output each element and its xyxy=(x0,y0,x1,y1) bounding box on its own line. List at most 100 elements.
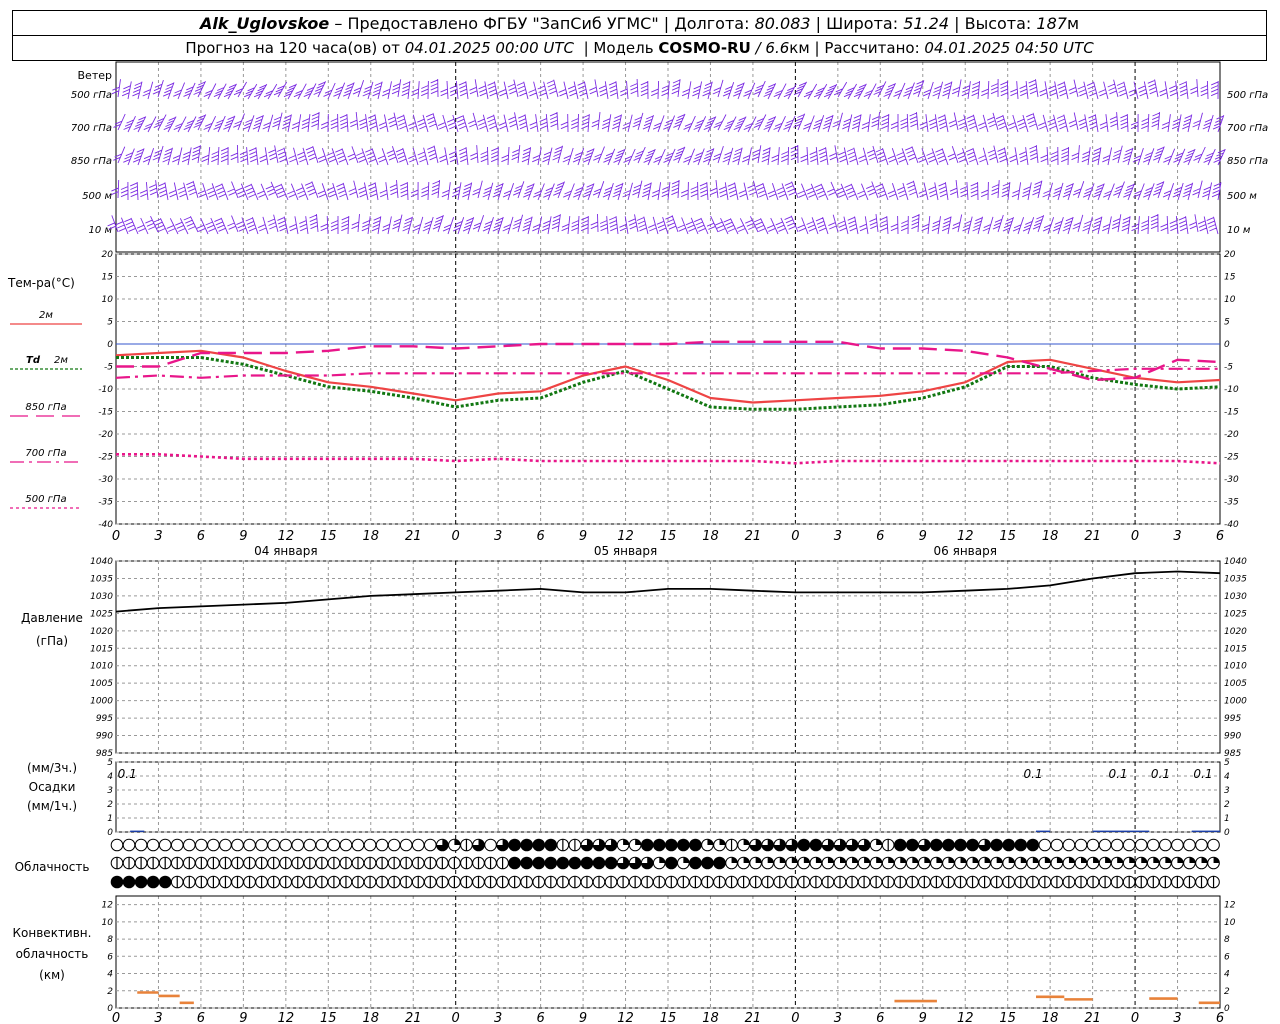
time-tick-label: 18 xyxy=(1042,1011,1059,1024)
time-tick-label: 18 xyxy=(702,1011,719,1024)
cloud-symbol xyxy=(568,856,582,870)
cloud-symbol xyxy=(616,856,630,870)
cloud-symbol xyxy=(1207,838,1220,852)
cloud-symbol xyxy=(327,838,341,852)
cloud-symbol xyxy=(1074,875,1088,889)
cloud-row-middle xyxy=(110,856,1220,870)
time-tick-label: 21 xyxy=(745,1011,762,1024)
legend-label-t2m: 2м xyxy=(39,310,53,321)
convective-y-tick: 2 xyxy=(107,987,113,997)
cloud-symbol xyxy=(616,875,630,889)
wind-level-label: 10 м xyxy=(1227,225,1251,236)
temperature-y-tick: 10 xyxy=(102,295,114,305)
cloud-symbol xyxy=(122,838,136,852)
clouds-title: Облачность xyxy=(15,860,90,874)
cloud-symbol xyxy=(327,875,341,889)
time-tick-label: 3 xyxy=(154,1011,162,1024)
cloud-symbol xyxy=(363,875,377,889)
time-tick-label: 0 xyxy=(452,1011,460,1024)
cloud-symbol xyxy=(785,838,799,852)
cloud-symbol xyxy=(207,838,220,852)
time-tick-label: 21 xyxy=(1084,529,1101,544)
wind-title: Ветер xyxy=(78,69,112,82)
cloud-symbol xyxy=(1050,838,1064,852)
cloud-symbol xyxy=(990,856,1003,870)
convective-y-tick: 4 xyxy=(1224,970,1230,980)
precip-y-tick: 2 xyxy=(107,800,113,810)
cloud-symbol xyxy=(255,838,268,852)
cloud-symbol xyxy=(243,875,256,889)
pressure-y-tick: 1015 xyxy=(90,644,113,654)
precip-y-tick: 3 xyxy=(1224,786,1230,796)
cloud-symbol xyxy=(279,838,293,852)
cloud-symbol xyxy=(448,856,461,870)
time-tick-label: 3 xyxy=(834,529,842,544)
cloud-symbol xyxy=(375,856,389,870)
cloud-symbol xyxy=(930,875,943,889)
cloud-symbol xyxy=(809,856,823,870)
cloud-symbol xyxy=(665,838,678,852)
cloud-symbol xyxy=(1026,875,1040,889)
temperature-y-tick: 20 xyxy=(102,250,114,260)
cloud-symbol xyxy=(339,838,353,852)
precip-y-tick: 5 xyxy=(1224,758,1230,768)
cloud-symbol xyxy=(315,875,329,889)
cloud-symbol xyxy=(918,856,931,870)
cloud-symbol xyxy=(857,856,871,870)
cloud-symbol xyxy=(773,856,787,870)
cloud-symbol xyxy=(689,838,702,852)
cloud-symbol xyxy=(1171,875,1184,889)
precip-title: Осадки xyxy=(29,780,76,794)
convective-unit: (км) xyxy=(39,968,65,982)
time-tick-label: 12 xyxy=(617,529,634,544)
cloud-symbol xyxy=(725,856,738,870)
temperature-y-tick: -10 xyxy=(1224,385,1239,395)
time-tick-label: 0 xyxy=(452,529,460,544)
cloud-symbol xyxy=(1122,838,1136,852)
time-tick-label: 6 xyxy=(536,529,544,544)
cloud-symbol xyxy=(749,838,762,852)
cloud-symbol xyxy=(122,856,136,870)
cloud-symbol xyxy=(279,856,293,870)
cloud-symbol xyxy=(821,856,835,870)
pressure-y-tick: 1010 xyxy=(1224,662,1247,672)
cloud-symbol xyxy=(869,856,883,870)
cloud-symbol xyxy=(616,838,630,852)
cloud-symbol xyxy=(677,838,690,852)
cloud-symbol xyxy=(821,838,835,852)
wind-level-label: 850 гПа xyxy=(1227,156,1268,167)
cloud-symbol xyxy=(122,875,136,889)
time-tick-label: 15 xyxy=(660,1011,677,1024)
convective-y-tick: 10 xyxy=(1224,918,1236,928)
cloud-symbol xyxy=(906,856,919,870)
cloud-symbol xyxy=(158,856,172,870)
cloud-symbol xyxy=(701,838,714,852)
time-tick-label: 12 xyxy=(278,1011,295,1024)
temperature-y-tick: -40 xyxy=(1224,520,1239,530)
cloud-symbol xyxy=(689,875,702,889)
convective-title: Конвективн. xyxy=(13,926,92,940)
cloud-symbol xyxy=(303,838,317,852)
cloud-symbol xyxy=(701,875,714,889)
cloud-symbol xyxy=(857,875,871,889)
time-tick-label: 18 xyxy=(362,529,379,544)
legend-label-t850: 850 гПа xyxy=(25,402,66,413)
legend-label-t500: 500 гПа xyxy=(25,494,66,505)
cloud-symbol xyxy=(869,875,883,889)
time-tick-label: 0 xyxy=(112,529,120,544)
cloud-symbol xyxy=(1086,838,1100,852)
cloud-symbol xyxy=(1086,875,1100,889)
time-tick-label: 12 xyxy=(957,1011,974,1024)
time-tick-label: 6 xyxy=(876,1011,884,1024)
convective-y-tick: 12 xyxy=(102,901,114,911)
cloud-symbol xyxy=(1207,856,1220,870)
cloud-symbol xyxy=(207,856,220,870)
cloud-symbol xyxy=(556,875,570,889)
cloud-symbol xyxy=(267,838,280,852)
time-tick-label: 18 xyxy=(1042,529,1059,544)
cloud-symbol xyxy=(424,838,437,852)
cloud-symbol xyxy=(1134,875,1148,889)
time-tick-label: 9 xyxy=(239,1011,247,1024)
temperature-y-tick: -5 xyxy=(1224,363,1233,373)
convective-title-2: облачность xyxy=(16,947,89,961)
